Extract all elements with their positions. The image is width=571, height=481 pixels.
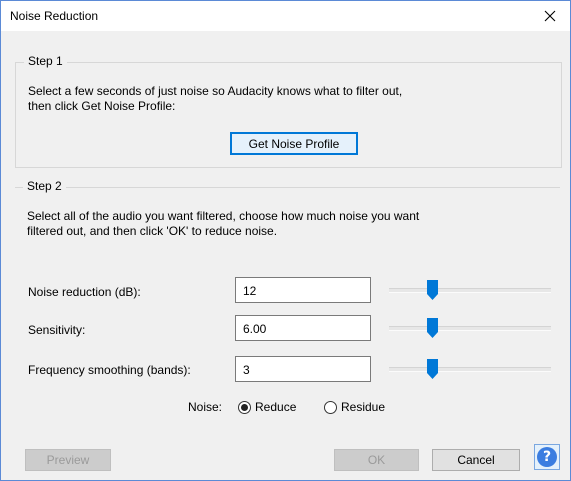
noise-reduction-dialog: Noise Reduction Step 1 Select a few seco…	[0, 0, 571, 481]
slider-thumb[interactable]	[427, 318, 438, 338]
window-title: Noise Reduction	[10, 9, 99, 23]
slider-track	[389, 288, 551, 293]
sensitivity-input[interactable]: 6.00	[235, 315, 371, 341]
sensitivity-slider[interactable]	[389, 315, 551, 341]
frequency-smoothing-label: Frequency smoothing (bands):	[28, 363, 191, 377]
noise-reduction-slider[interactable]	[389, 277, 551, 303]
step1-description-line2: then click Get Noise Profile:	[28, 99, 176, 113]
noise-reduction-label: Noise reduction (dB):	[28, 285, 141, 299]
noise-label: Noise:	[188, 400, 223, 414]
noise-reduction-input[interactable]: 12	[235, 277, 371, 303]
step2-description: Select all of the audio you want filtere…	[27, 209, 419, 239]
step1-description-line1: Select a few seconds of just noise so Au…	[28, 84, 403, 98]
help-icon: ?	[537, 447, 557, 467]
radio-checked-icon	[238, 400, 251, 414]
help-button[interactable]: ?	[534, 444, 560, 470]
step1-label: Step 1	[24, 54, 67, 68]
reduce-radio-label: Reduce	[255, 400, 297, 414]
step2-description-line1: Select all of the audio you want filtere…	[27, 209, 420, 223]
residue-radio-label: Residue	[341, 400, 386, 414]
radio-unchecked-icon	[324, 400, 337, 414]
slider-thumb[interactable]	[427, 359, 438, 379]
noise-mode-radio-group: Noise: Reduce Residue	[1, 399, 571, 417]
slider-track	[389, 367, 551, 372]
residue-radio[interactable]: Residue	[324, 399, 385, 415]
slider-thumb[interactable]	[427, 280, 438, 300]
frequency-smoothing-input[interactable]: 3	[235, 356, 371, 382]
step2-group: Step 2 Select all of the audio you want …	[15, 179, 560, 430]
reduce-radio[interactable]: Reduce	[238, 399, 296, 415]
get-noise-profile-button[interactable]: Get Noise Profile	[230, 132, 358, 155]
frequency-smoothing-slider[interactable]	[389, 356, 551, 382]
close-icon	[544, 10, 556, 22]
sensitivity-label: Sensitivity:	[28, 323, 86, 337]
slider-track	[389, 326, 551, 331]
cancel-button[interactable]: Cancel	[432, 449, 520, 471]
close-button[interactable]	[530, 1, 570, 31]
preview-button[interactable]: Preview	[25, 449, 111, 471]
ok-button[interactable]: OK	[334, 449, 419, 471]
step2-label: Step 2	[23, 179, 66, 193]
title-bar: Noise Reduction	[1, 1, 570, 31]
step1-group: Step 1 Select a few seconds of just nois…	[15, 54, 562, 168]
step2-description-line2: filtered out, and then click 'OK' to red…	[27, 224, 278, 238]
step1-description: Select a few seconds of just noise so Au…	[28, 84, 402, 114]
